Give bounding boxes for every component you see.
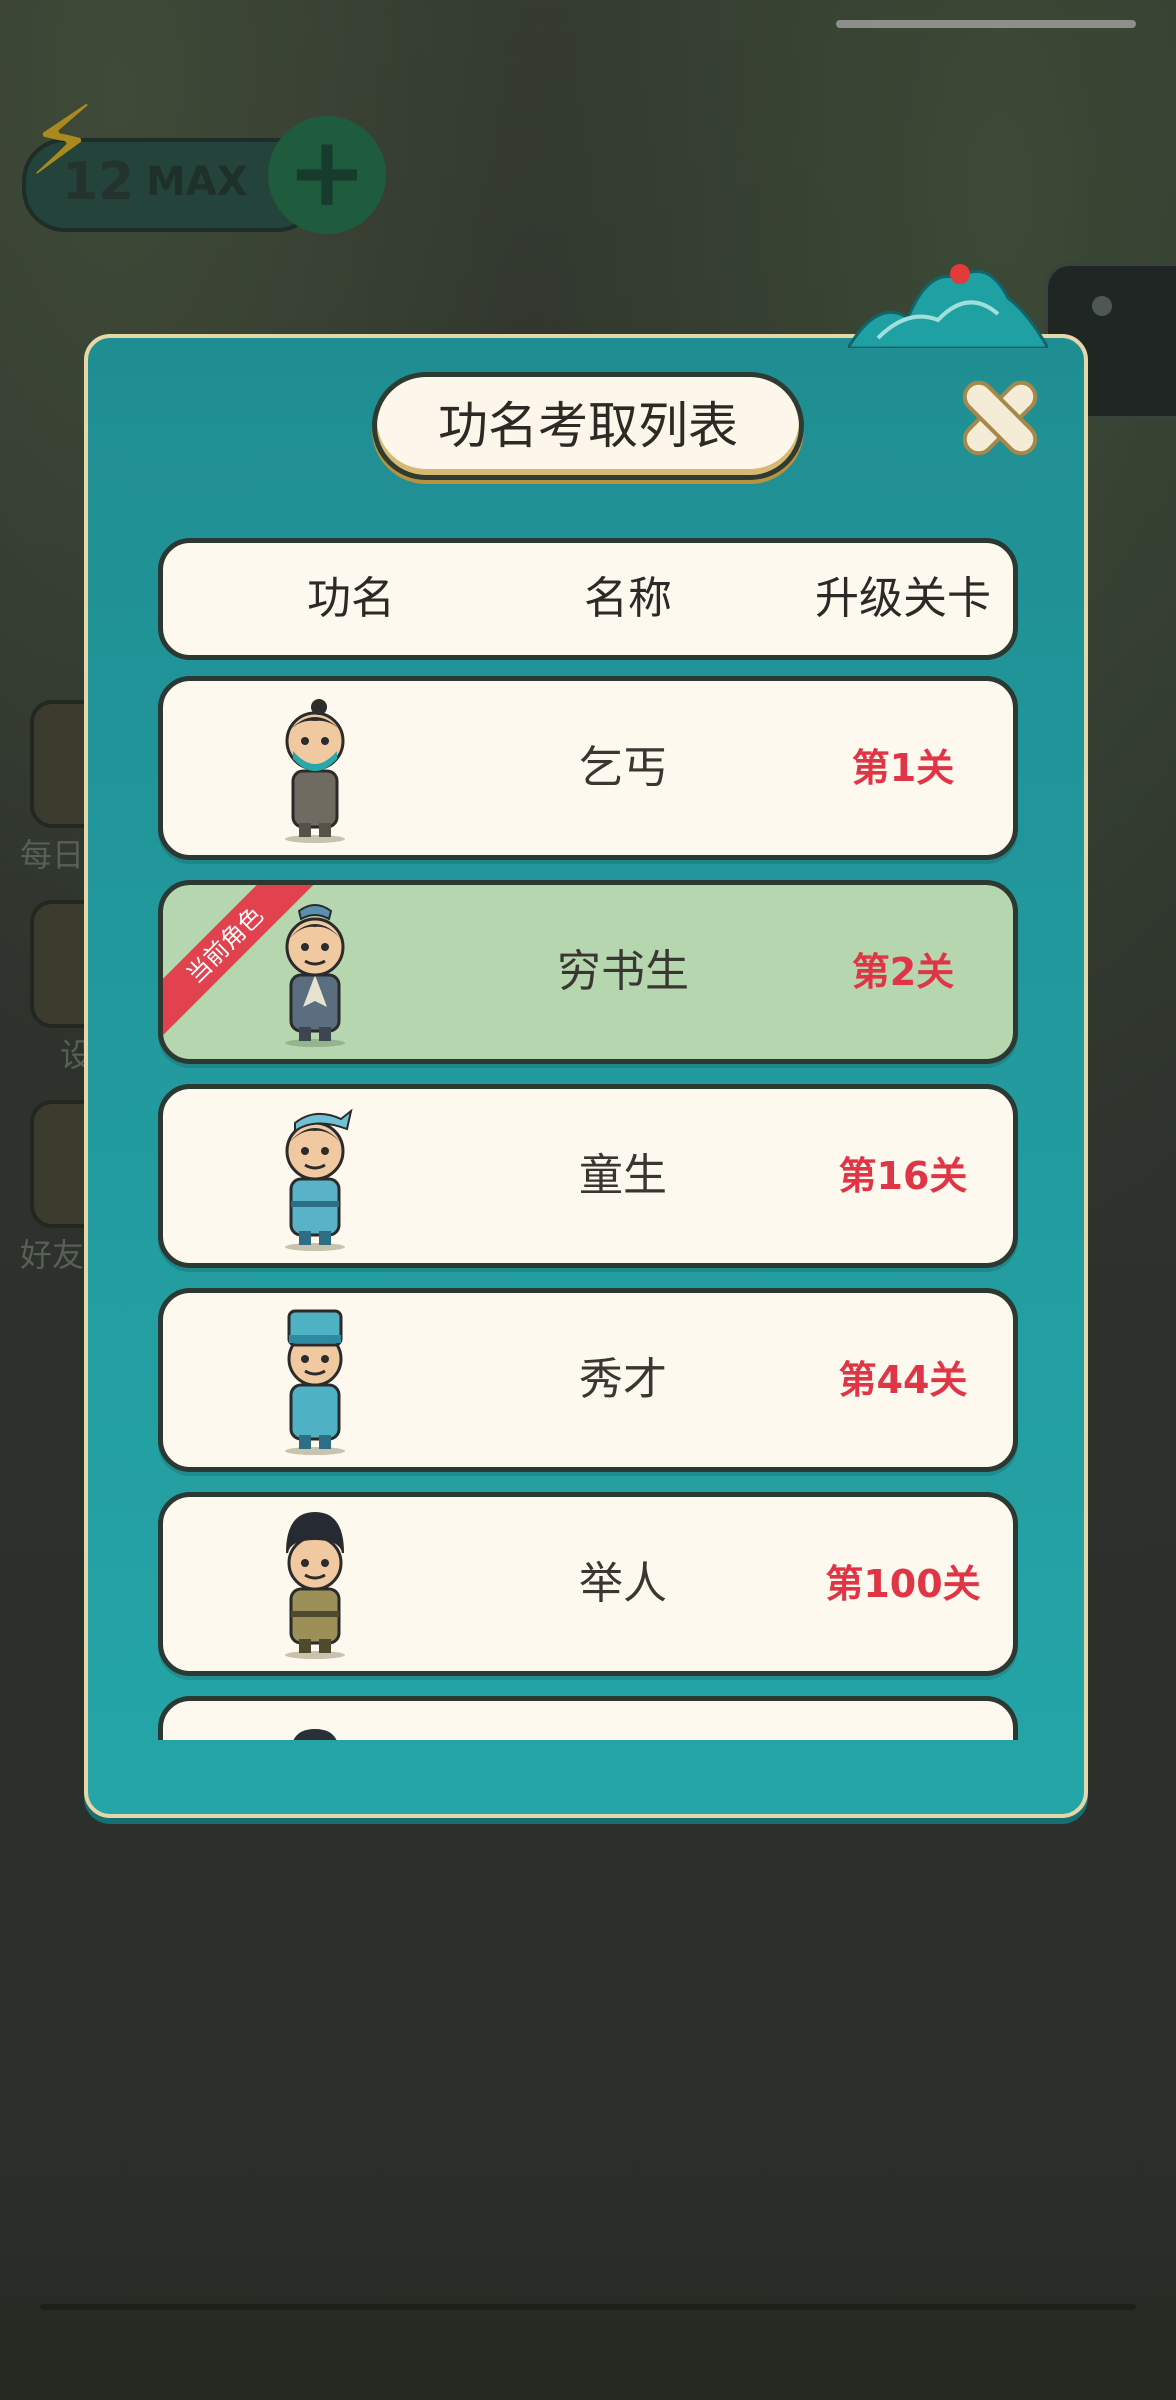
status-bar-indicator [836, 20, 1136, 28]
table-row-current[interactable]: 当前角色 穷书生 第2关 [158, 880, 1018, 1064]
rank-level [783, 1701, 1018, 1740]
rank-name: 乞丐 [579, 742, 667, 793]
column-header-name: 名称 [584, 573, 672, 624]
table-header: 功名 名称 升级关卡 [158, 538, 1018, 660]
rank-name: 举人 [579, 1558, 667, 1609]
rank-name: 童生 [579, 1150, 667, 1201]
rank-level: 第100关 [825, 1562, 981, 1606]
rank-list[interactable]: 乞丐 第1关 当前角色 穷书生 第2关 童生 第16关 秀才 第44关 举人 第… [158, 676, 1018, 1740]
table-row[interactable]: 举人 第100关 [158, 1492, 1018, 1676]
poor-scholar-icon [285, 904, 345, 1047]
rank-level: 第44关 [838, 1358, 968, 1402]
juren-icon [285, 1511, 345, 1659]
table-row[interactable]: 童生 第16关 [158, 1084, 1018, 1268]
rank-level: 第16关 [838, 1154, 968, 1198]
column-header-level: 升级关卡 [815, 573, 991, 624]
next-rank-icon [293, 1729, 337, 1740]
table-row[interactable]: 秀才 第44关 [158, 1288, 1018, 1472]
rank-level: 第2关 [851, 950, 955, 994]
xiucai-icon [285, 1309, 345, 1455]
table-row[interactable]: 乞丐 第1关 [158, 676, 1018, 860]
energy-value: 12 [62, 152, 135, 212]
column-header-rank: 功名 [307, 573, 395, 624]
table-row[interactable] [158, 1696, 1018, 1740]
energy-max-label: MAX [146, 159, 248, 205]
child-student-icon [285, 1108, 353, 1251]
rank-name: 穷书生 [557, 946, 689, 997]
add-energy-button[interactable]: + [268, 116, 386, 234]
beggar-icon [285, 699, 345, 843]
mountain-decoration-icon [848, 264, 1048, 348]
rank-level: 第1关 [851, 746, 955, 790]
rank-name [503, 1701, 743, 1740]
close-icon[interactable]: 关闭 [952, 370, 1048, 466]
background-ground [0, 2220, 1176, 2400]
rank-name: 秀才 [579, 1354, 667, 1405]
dialog-title: 功名考取列表 [372, 372, 804, 480]
